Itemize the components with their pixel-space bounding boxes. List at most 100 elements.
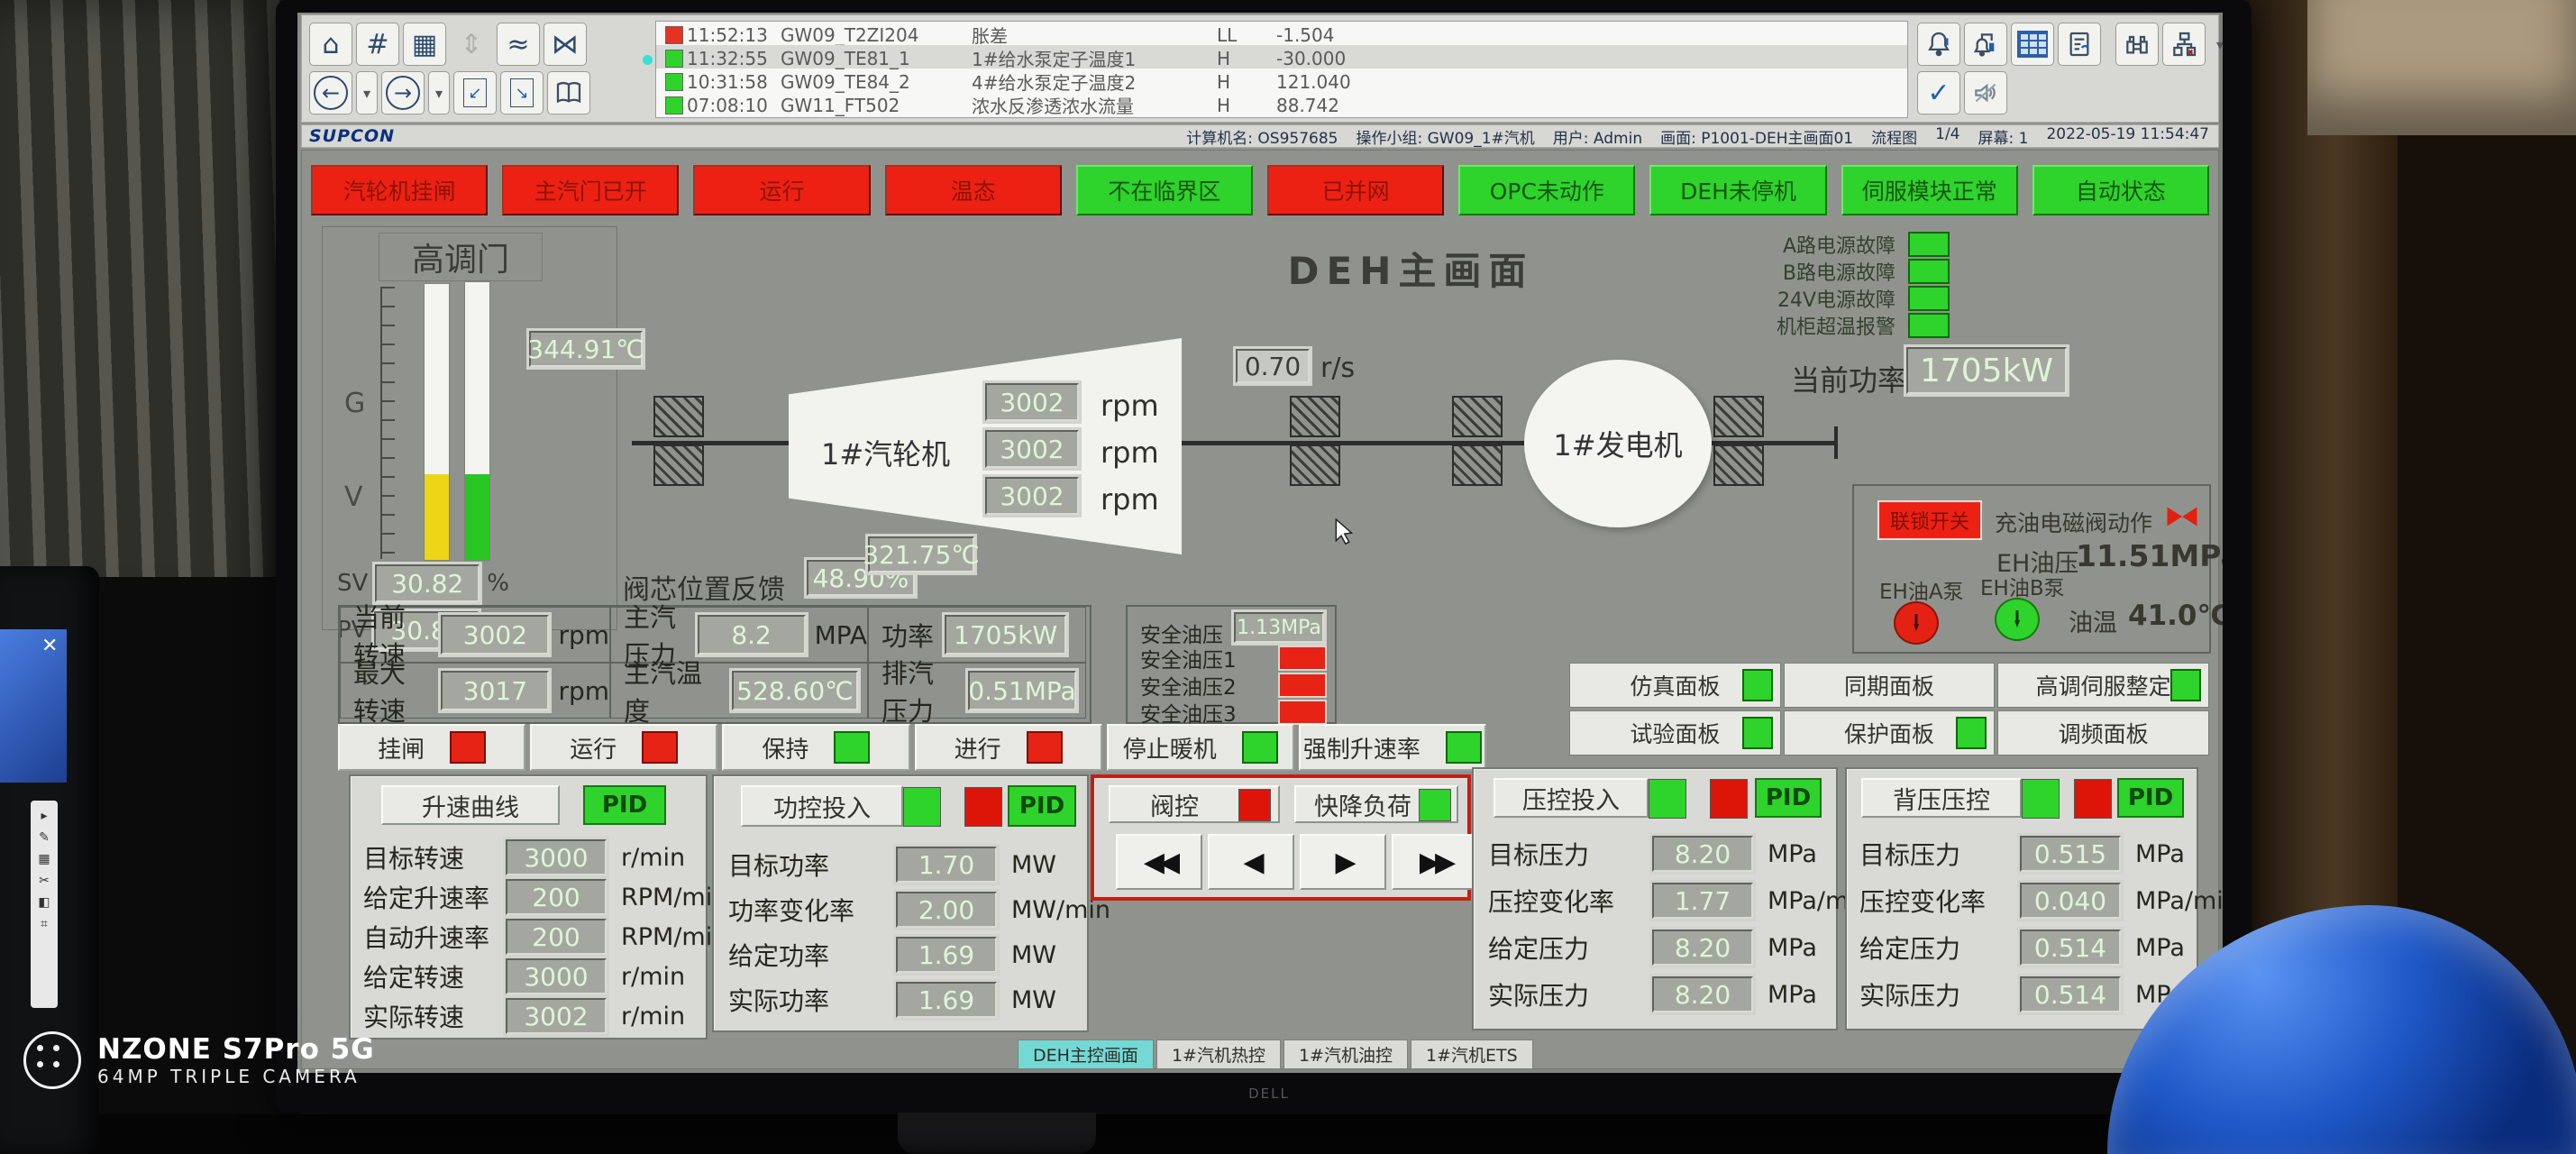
speed-curve-button[interactable]: 升速曲线	[381, 785, 560, 825]
power-ctrl-button[interactable]: 功控投入	[741, 785, 903, 827]
test-panel-button[interactable]: 试验面板	[1569, 710, 1781, 756]
tab-turbine-ets[interactable]: 1#汽机ETS	[1411, 1040, 1533, 1069]
hold-button[interactable]: 保持	[722, 724, 909, 771]
setpoint-value[interactable]: 1.69	[896, 937, 997, 973]
fast-decrease-button[interactable]: ◀◀	[1116, 834, 1202, 890]
setpoint-value[interactable]: 0.515	[2020, 836, 2121, 872]
main-mimic: 汽轮机挂闸 主汽门已开 运行 温态 不在临界区 已并网 OPC未动作 DEH未停…	[301, 150, 2219, 1069]
setpoint-value[interactable]: 3000	[506, 958, 607, 994]
backpressure-control-panel: 背压压控 PID 目标压力0.515MPa 压控变化率0.040MPa/min …	[1845, 767, 2198, 1030]
run-button[interactable]: 运行	[530, 724, 717, 771]
network-status-icon[interactable]	[2162, 23, 2206, 66]
alarm-row[interactable]: 11:52:13 GW09_T2ZI204 胀差 LL -1.504	[656, 22, 1907, 45]
setpoint-value[interactable]: 8.20	[1652, 836, 1753, 872]
power-label: 当前功率	[1791, 358, 1906, 399]
metric-value: 1705kW	[945, 615, 1066, 655]
freq-panel-button[interactable]: 调频面板	[1997, 710, 2209, 756]
pressure-pid-button[interactable]: PID	[1755, 778, 1822, 818]
indicator-power-b: B路电源故障	[1708, 257, 1950, 286]
sync-panel-button[interactable]: 同期面板	[1784, 663, 1996, 708]
batch-icon[interactable]: ⋈	[544, 23, 587, 66]
pump-b-icon[interactable]	[1995, 598, 2040, 641]
alarm-group-icon[interactable]	[1964, 23, 2007, 66]
alarm-value: 121.040	[1276, 71, 1393, 93]
book-icon[interactable]	[547, 71, 590, 114]
monitor-brand: DELL	[1242, 1085, 1296, 1102]
setpoint-value[interactable]: 200	[506, 919, 607, 955]
fast-unload-button[interactable]: 快降负荷	[1294, 785, 1458, 823]
next-page-icon[interactable]: ↘	[500, 71, 544, 114]
lamp-grid-connected: 已并网	[1267, 165, 1444, 215]
decrease-button[interactable]: ◀	[1208, 834, 1294, 890]
setpoint-value[interactable]: 200	[506, 879, 607, 915]
backpressure-pid-button[interactable]: PID	[2117, 778, 2184, 818]
setpoint-value[interactable]: 0.040	[2020, 883, 2121, 919]
tool-icon: ⌗	[41, 918, 48, 930]
tab-deh-main[interactable]: DEH主控画面	[1018, 1040, 1154, 1069]
previous-page-icon[interactable]: ↙	[453, 71, 497, 114]
event-list-icon[interactable]	[2058, 23, 2101, 66]
report-table-icon[interactable]	[2011, 23, 2054, 66]
setpoint-value[interactable]: 2.00	[896, 892, 997, 928]
backpressure-ctrl-button[interactable]: 背压压控	[1861, 778, 2022, 818]
increase-button[interactable]: ▶	[1300, 834, 1386, 890]
pressure-ctrl-lamp	[1649, 779, 1686, 819]
tab-turbine-thermal[interactable]: 1#汽机热控	[1156, 1040, 1281, 1069]
setpoint-value[interactable]: 3000	[506, 839, 607, 875]
valve-control-panel: 阀控 快降负荷 ◀◀ ◀ ▶ ▶▶	[1091, 774, 1471, 901]
force-rate-button[interactable]: 强制升速率	[1299, 724, 1486, 771]
proceed-button[interactable]: 进行	[915, 724, 1102, 771]
setpoint-value[interactable]: 0.514	[2020, 930, 2121, 966]
alarm-state-icon	[665, 73, 683, 91]
tab-turbine-oil[interactable]: 1#汽机油控	[1283, 1040, 1408, 1069]
indicator-lamp	[1908, 232, 1950, 257]
pump-a-label: EH油A泵	[1879, 574, 1964, 605]
mouse-cursor	[1333, 518, 1357, 545]
pv-bar	[464, 281, 490, 561]
solenoid-label: 充油电磁阀动作	[1995, 506, 2152, 538]
alarm-row[interactable]: 11:32:55 GW09_TE81_1 1#给水泵定子温度1 H -30.00…	[656, 45, 1907, 69]
metric-value: 3017	[441, 671, 549, 710]
forward-icon[interactable]: →	[381, 71, 425, 114]
alarm-row[interactable]: 10:31:58 GW09_TE84_2 4#给水泵定子温度2 H 121.04…	[656, 69, 1907, 92]
setpoint-value[interactable]: 8.20	[1652, 930, 1753, 966]
axis-label-g: G	[344, 388, 365, 419]
power-pid-button[interactable]: PID	[1008, 785, 1076, 827]
metric-value: 0.51MPa	[968, 671, 1076, 710]
generator-shape[interactable]: 1#发电机	[1524, 360, 1712, 527]
pressure-ctrl-button[interactable]: 压控投入	[1494, 778, 1649, 818]
valve-ctrl-button[interactable]: 阀控	[1109, 785, 1280, 823]
grid-view-icon[interactable]: #	[356, 23, 399, 66]
home-icon[interactable]: ⌂	[309, 23, 352, 66]
mute-speaker-icon[interactable]	[1964, 71, 2007, 114]
tool-icon: ▦	[38, 853, 50, 866]
pump-a-icon[interactable]	[1894, 601, 1939, 645]
latch-button[interactable]: 挂闸	[338, 724, 525, 771]
alarm-desc: 胀差	[972, 22, 1217, 48]
speed-pid-button[interactable]: PID	[583, 785, 666, 825]
setpoint-value[interactable]: 1.77	[1652, 883, 1753, 919]
forward-dropdown-icon[interactable]: ▾	[428, 71, 450, 114]
toolbar-dropdown-icon[interactable]: ▾	[2209, 23, 2223, 66]
status-screen-name: 画面: P1001-DEH主画面01	[1660, 125, 1853, 148]
back-dropdown-icon[interactable]: ▾	[356, 71, 378, 114]
alarm-row[interactable]: 07:08:10 GW11_FT502 浓水反渗透浓水流量 H 88.742	[656, 92, 1907, 115]
trend-icon[interactable]: ≈	[497, 23, 540, 66]
mode-row: 挂闸 运行 保持 进行 停止暖机 强制升速率	[338, 724, 1486, 771]
search-binoculars-icon[interactable]	[2115, 23, 2159, 66]
protect-panel-button[interactable]: 保护面板	[1784, 710, 1996, 756]
alarm-bell-icon[interactable]	[1917, 23, 1960, 66]
exhaust-temp-value: 321.75℃	[868, 536, 974, 572]
confirm-check-icon[interactable]: ✓	[1917, 71, 1960, 114]
setpoint-value[interactable]: 1.70	[896, 847, 997, 883]
table-view-icon[interactable]: ▦	[403, 23, 446, 66]
fast-increase-button[interactable]: ▶▶	[1392, 834, 1478, 890]
sim-panel-button[interactable]: 仿真面板	[1569, 663, 1781, 708]
back-icon[interactable]: ←	[309, 71, 352, 114]
actual-value: 0.514	[2020, 976, 2121, 1012]
stop-warmup-button[interactable]: 停止暖机	[1107, 724, 1294, 771]
interlock-switch-button[interactable]: 联锁开关	[1877, 500, 1982, 540]
shaft-end-tick	[1834, 426, 1838, 459]
oil-temp-label: 油温	[2069, 603, 2117, 638]
servo-tune-panel-button[interactable]: 高调伺服整定	[1997, 663, 2209, 708]
